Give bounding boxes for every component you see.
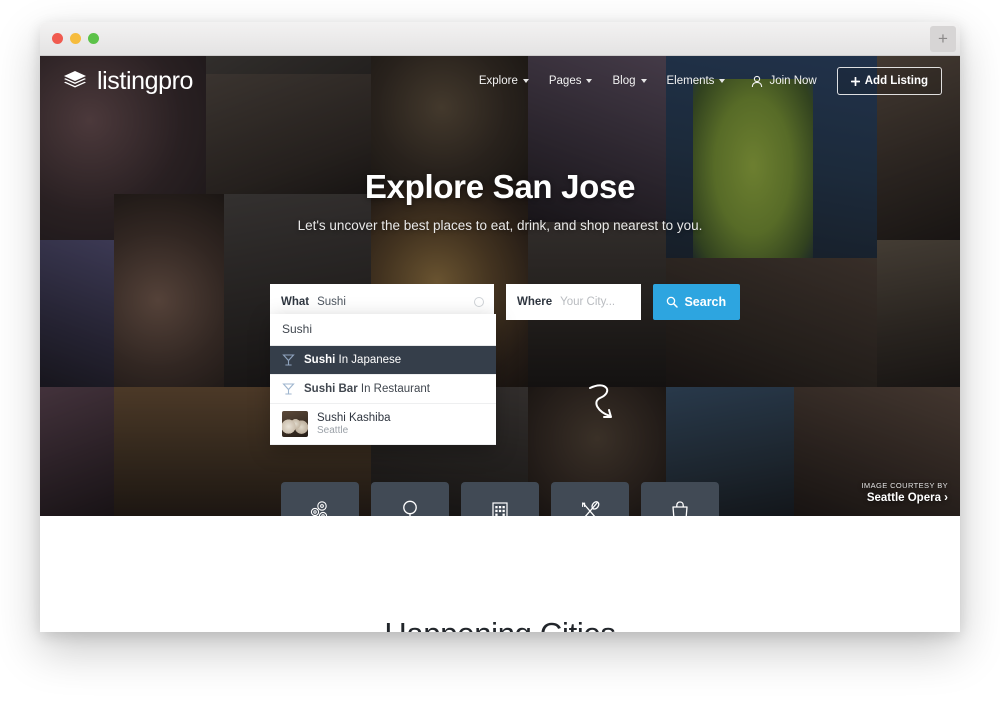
cocktail-glass-icon — [282, 382, 295, 396]
chevron-down-icon — [522, 79, 529, 83]
mirror-icon — [397, 498, 423, 516]
shopping-bag-icon — [667, 498, 693, 516]
browser-titlebar: + — [40, 22, 960, 56]
page-title: Explore San Jose — [364, 168, 636, 205]
autocomplete-listing-name: Sushi Kashiba — [317, 412, 391, 424]
search-button[interactable]: Search — [652, 284, 740, 320]
category-tile-beauty-spa[interactable]: Beauty & Spa — [371, 482, 449, 516]
nav-item-explore[interactable]: Explore — [479, 75, 529, 87]
search-button-label: Search — [684, 295, 727, 309]
hero-section: listingpro Explore Pages Blog Elements J… — [40, 56, 960, 516]
nav-item-blog[interactable]: Blog — [612, 75, 647, 87]
chevron-down-icon — [719, 79, 726, 83]
site-logo[interactable]: listingpro — [62, 67, 193, 96]
autocomplete-item-sushi-japanese[interactable]: Sushi In Japanese — [270, 346, 496, 375]
nav-item-pages[interactable]: Pages — [549, 75, 593, 87]
autocomplete-listing-city: Seattle — [317, 425, 349, 436]
building-icon — [487, 498, 513, 516]
close-window-button[interactable] — [52, 33, 63, 44]
clear-circle-icon[interactable] — [473, 297, 484, 307]
add-listing-label: Add Listing — [864, 75, 928, 87]
search-icon — [666, 296, 679, 308]
cocktail-glass-icon — [282, 353, 295, 367]
autocomplete-item-sushi-bar-restaurant[interactable]: Sushi Bar In Restaurant — [270, 375, 496, 404]
autocomplete-item-suffix: In Restaurant — [360, 383, 430, 395]
maximize-window-button[interactable] — [88, 33, 99, 44]
sushi-thumbnail — [282, 411, 308, 437]
nav-item-label: Pages — [548, 75, 582, 87]
autocomplete-typed-text: Sushi — [270, 314, 496, 346]
nav-item-label: Elements — [666, 75, 715, 87]
plus-icon — [850, 76, 860, 86]
autocomplete-item-term: Sushi — [304, 354, 336, 366]
autocomplete-item-suffix: In Japanese — [338, 354, 402, 366]
nav-item-label: Explore — [478, 75, 518, 87]
site-logo-text: listingpro — [97, 66, 194, 95]
join-now-label: Join Now — [769, 75, 817, 87]
browser-window: + listingpro Explore Pages Blog Elements… — [40, 22, 960, 632]
nav-item-elements[interactable]: Elements — [667, 75, 726, 87]
join-now-button[interactable]: Join Now — [751, 75, 817, 88]
stacked-layers-icon — [62, 68, 88, 94]
traffic-lights — [52, 33, 99, 44]
main-navigation: Explore Pages Blog Elements Join Now Add… — [479, 67, 942, 95]
minimize-window-button[interactable] — [70, 33, 81, 44]
autocomplete-item-sushi-kashiba[interactable]: Sushi Kashiba Seattle — [270, 404, 496, 445]
where-field[interactable]: Where Your City... — [505, 284, 641, 320]
category-tile-automotive[interactable]: Automotive — [281, 482, 359, 516]
curved-arrow-icon — [580, 378, 630, 428]
category-tile-hotels[interactable]: Hotels — [461, 482, 539, 516]
chevron-down-icon — [586, 79, 593, 83]
nav-item-label: Blog — [612, 75, 636, 87]
where-input[interactable]: Your City... — [560, 296, 615, 308]
chevron-down-icon — [640, 79, 647, 83]
category-tile-restaurant[interactable]: Restaurant — [551, 482, 629, 516]
what-input[interactable]: Sushi — [317, 296, 346, 308]
autocomplete-item-term: Sushi Bar — [304, 383, 358, 395]
where-label: Where — [516, 296, 553, 308]
add-listing-button[interactable]: Add Listing — [836, 67, 942, 95]
section-title: Happening Cities — [40, 616, 960, 632]
user-icon — [751, 75, 763, 88]
gears-icon — [307, 498, 333, 516]
what-label: What — [281, 296, 310, 308]
category-tiles: Automotive Beauty & Spa — [40, 482, 960, 516]
autocomplete-dropdown: Sushi Sushi In Japanese Sushi Bar In Res… — [270, 314, 496, 445]
category-tile-shopping[interactable]: Shopping — [641, 482, 719, 516]
site-header: listingpro Explore Pages Blog Elements J… — [40, 56, 960, 106]
hero-copy: Explore San Jose Let's uncover the best … — [40, 168, 960, 233]
fork-spoon-icon — [577, 498, 603, 516]
hero-subtitle: Let's uncover the best places to eat, dr… — [297, 218, 703, 233]
happening-cities-section: Happening Cities Cities you must explore… — [40, 516, 960, 632]
new-tab-button[interactable]: + — [930, 26, 956, 52]
